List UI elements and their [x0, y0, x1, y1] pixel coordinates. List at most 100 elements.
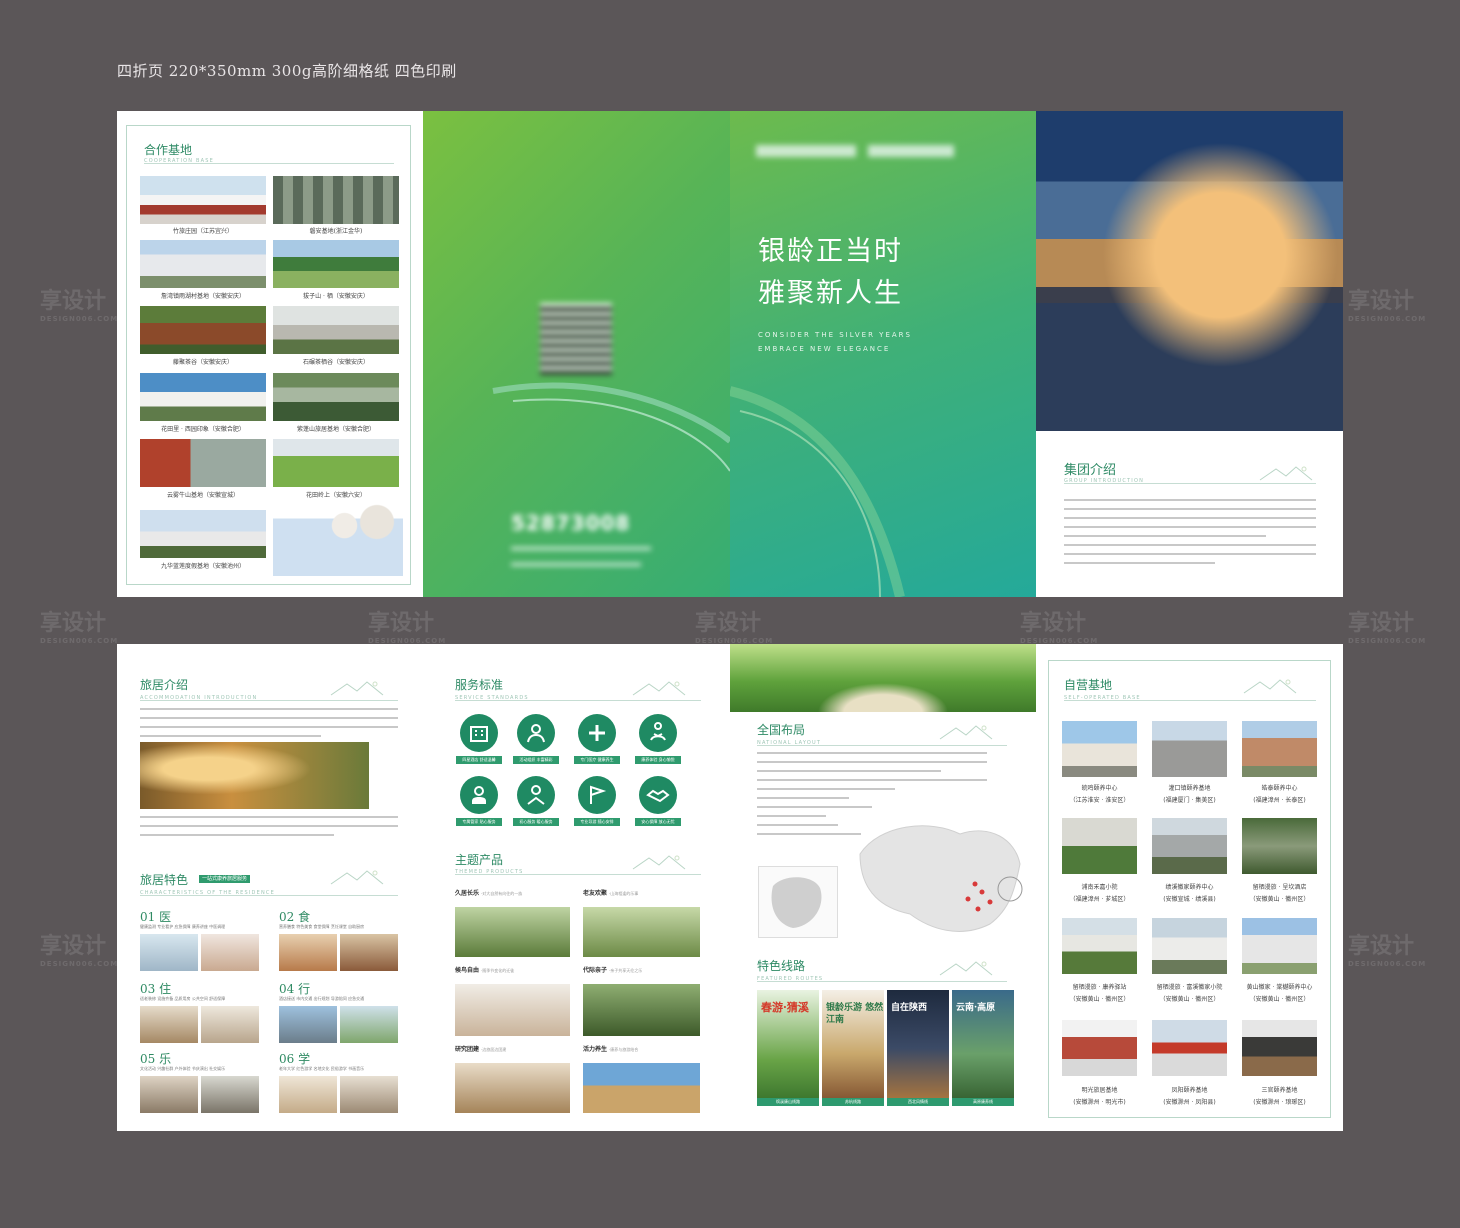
panel-travel-introduction: 旅居介绍 ACCOMMODATION INTRODUCTION 旅居特色 一站式…	[117, 644, 423, 1131]
meditation-icon	[639, 714, 677, 752]
photo-caption: 石碾茶栖谷（安徽安庆）	[302, 359, 369, 366]
base-location: (安徽滁州 · 琅琊区)	[1253, 1099, 1306, 1106]
panel-service-products: 服务标准 SERVICE STANDARDS 四星酒店 舒适温馨 活动组织 丰富…	[423, 644, 730, 1131]
travel-intro-text-2	[140, 816, 398, 848]
feature-number: 04 行	[279, 982, 311, 996]
photo-base	[1152, 1020, 1227, 1076]
photo-caption: 拔子山 · 栖（安徽安庆）	[303, 293, 369, 300]
medical-icon	[578, 714, 616, 752]
photo-base	[1242, 818, 1317, 874]
features-tag: 一站式康养旅居服务	[199, 875, 251, 883]
product-title: 活力养生 ·康养与旅游结合	[583, 1046, 639, 1053]
province-inset-map	[758, 866, 838, 938]
watermark: 享设计 DESIGN006.COM	[695, 611, 774, 645]
mountain-emblem-icon	[939, 961, 993, 976]
base-location: （安徽黄山 · 徽州区）	[1249, 996, 1310, 1003]
product-title: 研究团建 ·边旅居边团建	[455, 1046, 507, 1053]
photo-product	[455, 907, 570, 957]
mountain-emblem-icon	[939, 725, 993, 740]
photo-zipeng-mountain	[273, 373, 399, 421]
base-location: （安徽黄山 · 徽州区）	[1159, 996, 1220, 1003]
watermark: 享设计 DESIGN006.COM	[368, 611, 447, 645]
route-poster-title: 云南·高原	[956, 1003, 996, 1013]
cover-slogan-line-1: 银龄正当时	[758, 236, 903, 267]
feature-number: 01 医	[140, 910, 172, 924]
feature-subtext: 适老装修 设施齐备 品质用房 公共空间 舒适保障	[140, 996, 226, 1001]
photo-autumn-walk	[140, 742, 369, 809]
route-poster-title: 银龄乐游 悠然江南	[826, 1003, 884, 1025]
route-poster-label: 缤溪康山线路	[757, 1098, 819, 1106]
photo-study-2	[340, 1076, 398, 1113]
photo-product	[583, 984, 700, 1036]
photo-caption: 云雾牛山基地（安徽宣城）	[166, 492, 239, 499]
cover-english-line-1: CONSIDER THE SILVER YEARS	[758, 331, 912, 339]
photo-bamboo-manor	[140, 176, 266, 224]
service-label: 四星酒店 舒适温馨	[456, 756, 502, 764]
base-name: 凤阳颐养基地	[1171, 1087, 1208, 1094]
photo-transport	[279, 1006, 337, 1043]
section-divider	[455, 700, 701, 701]
photo-base	[1062, 918, 1137, 974]
photo-medical	[140, 934, 198, 971]
section-title: 旅居介绍	[140, 678, 189, 692]
product-title: 久居长乐 ·对大自然有向往的一族	[455, 890, 523, 897]
service-label: 专业导游 随心安排	[574, 818, 620, 826]
service-label: 专门医疗 健康养生	[574, 756, 620, 764]
photo-base	[1152, 818, 1227, 874]
contact-lines	[511, 563, 641, 566]
photo-medical-2	[201, 934, 259, 971]
photo-product	[455, 984, 570, 1036]
base-name: 灌口镇颐养基地	[1168, 785, 1211, 792]
photo-bazishan	[273, 240, 399, 288]
feature-subtext: 老年大学 红色游学 名地文化 民俗游学 书画音乐	[279, 1066, 365, 1071]
base-location: (福建厦门 · 集美区)	[1163, 797, 1216, 804]
photo-base	[1242, 721, 1317, 777]
cover-slogan-line-2: 雅聚新人生	[758, 278, 903, 309]
photo-tree-lined-path	[730, 644, 1036, 712]
photo-huatian-ridge	[273, 439, 399, 487]
feature-subtext: 酒店接送 市内交通 出行规划 导游陪同 应急交通	[279, 996, 365, 1001]
panel-back-cover: 52873008	[423, 111, 730, 597]
section-divider	[144, 163, 394, 164]
mountain-emblem-icon	[330, 870, 384, 885]
base-location: (安徽滁州 · 明光市)	[1073, 1099, 1126, 1106]
base-location: (安徽宣城 · 绩溪县)	[1163, 896, 1216, 903]
photo-food	[279, 934, 337, 971]
section-divider	[140, 700, 398, 701]
watermark: 享设计 DESIGN006.COM	[1348, 611, 1427, 645]
section-title: 服务标准	[455, 678, 504, 692]
feature-number: 05 乐	[140, 1052, 172, 1066]
contact-lines	[511, 547, 651, 550]
feature-subtext: 健康监测 专业看护 应急保障 康养讲座 中医调理	[140, 924, 226, 929]
base-name: 绩溪徽家颐养中心	[1165, 884, 1214, 891]
product-title: 老友欢聚 ·山海相逢的乐事	[583, 890, 639, 897]
panel-self-operated-base: 自营基地 SELF-OPERATED BASE 皖鸣颐养中心 （江苏淮安 · 淮…	[1036, 644, 1343, 1131]
photo-base	[1242, 1020, 1317, 1076]
section-divider	[757, 745, 1007, 746]
photo-tea-valley	[140, 306, 266, 354]
photo-caption: 花田里 · 西园印象（安徽合肥）	[161, 426, 245, 433]
base-name: 留栖漫旅 · 呈坎酒店	[1252, 884, 1307, 891]
photo-base	[1152, 918, 1227, 974]
photo-jiuhua-blue-lotus	[140, 510, 266, 558]
mountain-emblem-icon	[1243, 679, 1297, 694]
panel-group-introduction: 集团介绍 GROUP INTRODUCTION	[1036, 111, 1343, 597]
section-divider	[1064, 483, 1316, 484]
route-poster: 自在陕西 西北风情线	[887, 990, 949, 1106]
photo-study	[279, 1076, 337, 1113]
decorative-swoosh	[730, 386, 905, 597]
photo-base	[1062, 818, 1137, 874]
photo-panan-base	[273, 176, 399, 224]
base-location: （安徽黄山 · 徽州区）	[1069, 996, 1130, 1003]
section-title: 合作基地	[144, 143, 193, 157]
base-location: （福建漳州 · 芗城区）	[1069, 896, 1130, 903]
photo-base	[1242, 918, 1317, 974]
route-poster-label: 高原康养线	[952, 1098, 1014, 1106]
section-divider	[140, 895, 398, 896]
print-spec: 四折页 220*350mm 300g高阶细格纸 四色印刷	[117, 62, 457, 80]
photo-housing-2	[201, 1006, 259, 1043]
travel-intro-text	[140, 708, 398, 740]
panel-cooperation-base: 合作基地 COOPERATION BASE 竹旅庄园（江苏宜兴） 磐安基地(浙江…	[117, 111, 423, 597]
guide-flag-icon	[578, 776, 616, 814]
section-title: 集团介绍	[1064, 463, 1117, 478]
